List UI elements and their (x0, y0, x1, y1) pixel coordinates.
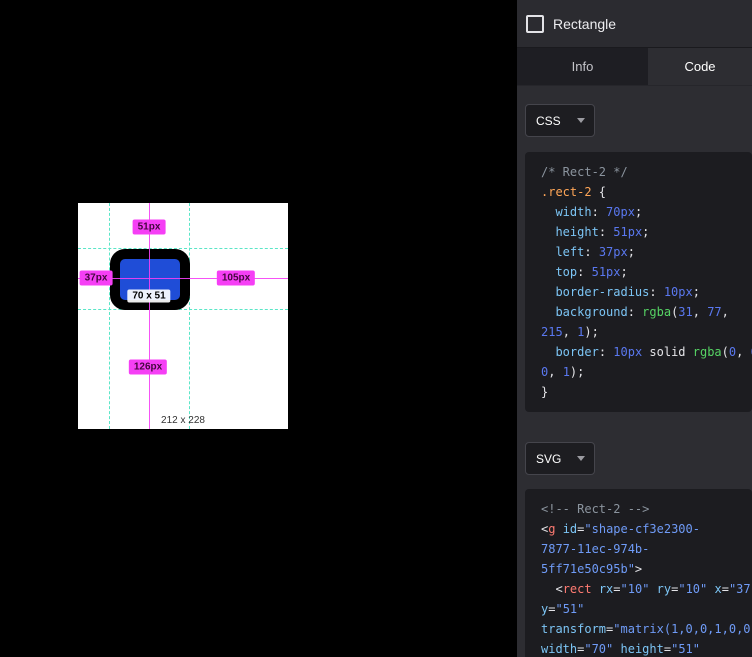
inspect-panel: Rectangle Info Code CSS /* Rect-2 */.rec… (517, 0, 752, 657)
code-line: <!-- Rect-2 --> (541, 499, 752, 519)
panel-header: Rectangle (517, 0, 752, 48)
guide-line-horizontal-bottom (78, 309, 288, 310)
tab-info[interactable]: Info (517, 48, 648, 85)
shape-size-label: 70 x 51 (127, 290, 170, 303)
tab-code[interactable]: Code (648, 48, 752, 85)
guide-line-horizontal-top (78, 248, 288, 249)
code-line: .rect-2 { (541, 182, 752, 202)
code-line: } (541, 382, 752, 402)
artboard-size-label: 212 x 228 (161, 415, 205, 426)
shape-select-checkbox[interactable] (526, 15, 544, 33)
code-line: transform="matrix(1,0,0,1,0,0)" (541, 619, 752, 639)
code-line: <rect rx="10" ry="10" x="37" (541, 579, 752, 599)
panel-content: CSS /* Rect-2 */.rect-2 { width: 70px; h… (517, 86, 752, 657)
code-line: border-radius: 10px; (541, 282, 752, 302)
code-line: 0, 1); (541, 362, 752, 382)
tab-bar: Info Code (517, 48, 752, 86)
code-line: height: 51px; (541, 222, 752, 242)
code-line: y="51" (541, 599, 752, 619)
shape-name-label: Rectangle (553, 16, 616, 32)
measurement-top-badge: 51px (133, 220, 166, 235)
measurement-bottom-badge: 126px (129, 360, 167, 375)
measurement-right-badge: 105px (217, 271, 255, 286)
chevron-down-icon (577, 456, 585, 461)
css-code-block[interactable]: /* Rect-2 */.rect-2 { width: 70px; heigh… (525, 152, 752, 412)
code-line: border: 10px solid rgba(0, 0, (541, 342, 752, 362)
guide-line-vertical-right (189, 203, 190, 429)
chevron-down-icon (577, 118, 585, 123)
measure-line-vertical (149, 203, 150, 429)
code-line: 215, 1); (541, 322, 752, 342)
code-line: width="70" height="51" (541, 639, 752, 657)
code-line: <g id="shape-cf3e2300- (541, 519, 752, 539)
svg-language-select[interactable]: SVG (525, 442, 595, 475)
code-line: background: rgba(31, 77, (541, 302, 752, 322)
measurement-left-badge: 37px (80, 271, 113, 286)
svg-code-block[interactable]: <!-- Rect-2 --><g id="shape-cf3e2300-787… (525, 489, 752, 657)
code-line: /* Rect-2 */ (541, 162, 752, 182)
css-language-select[interactable]: CSS (525, 104, 595, 137)
css-language-select-value: CSS (536, 114, 561, 128)
code-line: left: 37px; (541, 242, 752, 262)
svg-language-select-value: SVG (536, 452, 561, 466)
code-line: top: 51px; (541, 262, 752, 282)
artboard[interactable]: 51px 37px 105px 126px 70 x 51 212 x 228 (78, 203, 288, 429)
code-line: 7877-11ec-974b- (541, 539, 752, 559)
app-window: 51px 37px 105px 126px 70 x 51 212 x 228 … (0, 0, 752, 657)
guide-line-vertical-left (109, 203, 110, 429)
code-line: 5ff71e50c95b"> (541, 559, 752, 579)
code-line: width: 70px; (541, 202, 752, 222)
